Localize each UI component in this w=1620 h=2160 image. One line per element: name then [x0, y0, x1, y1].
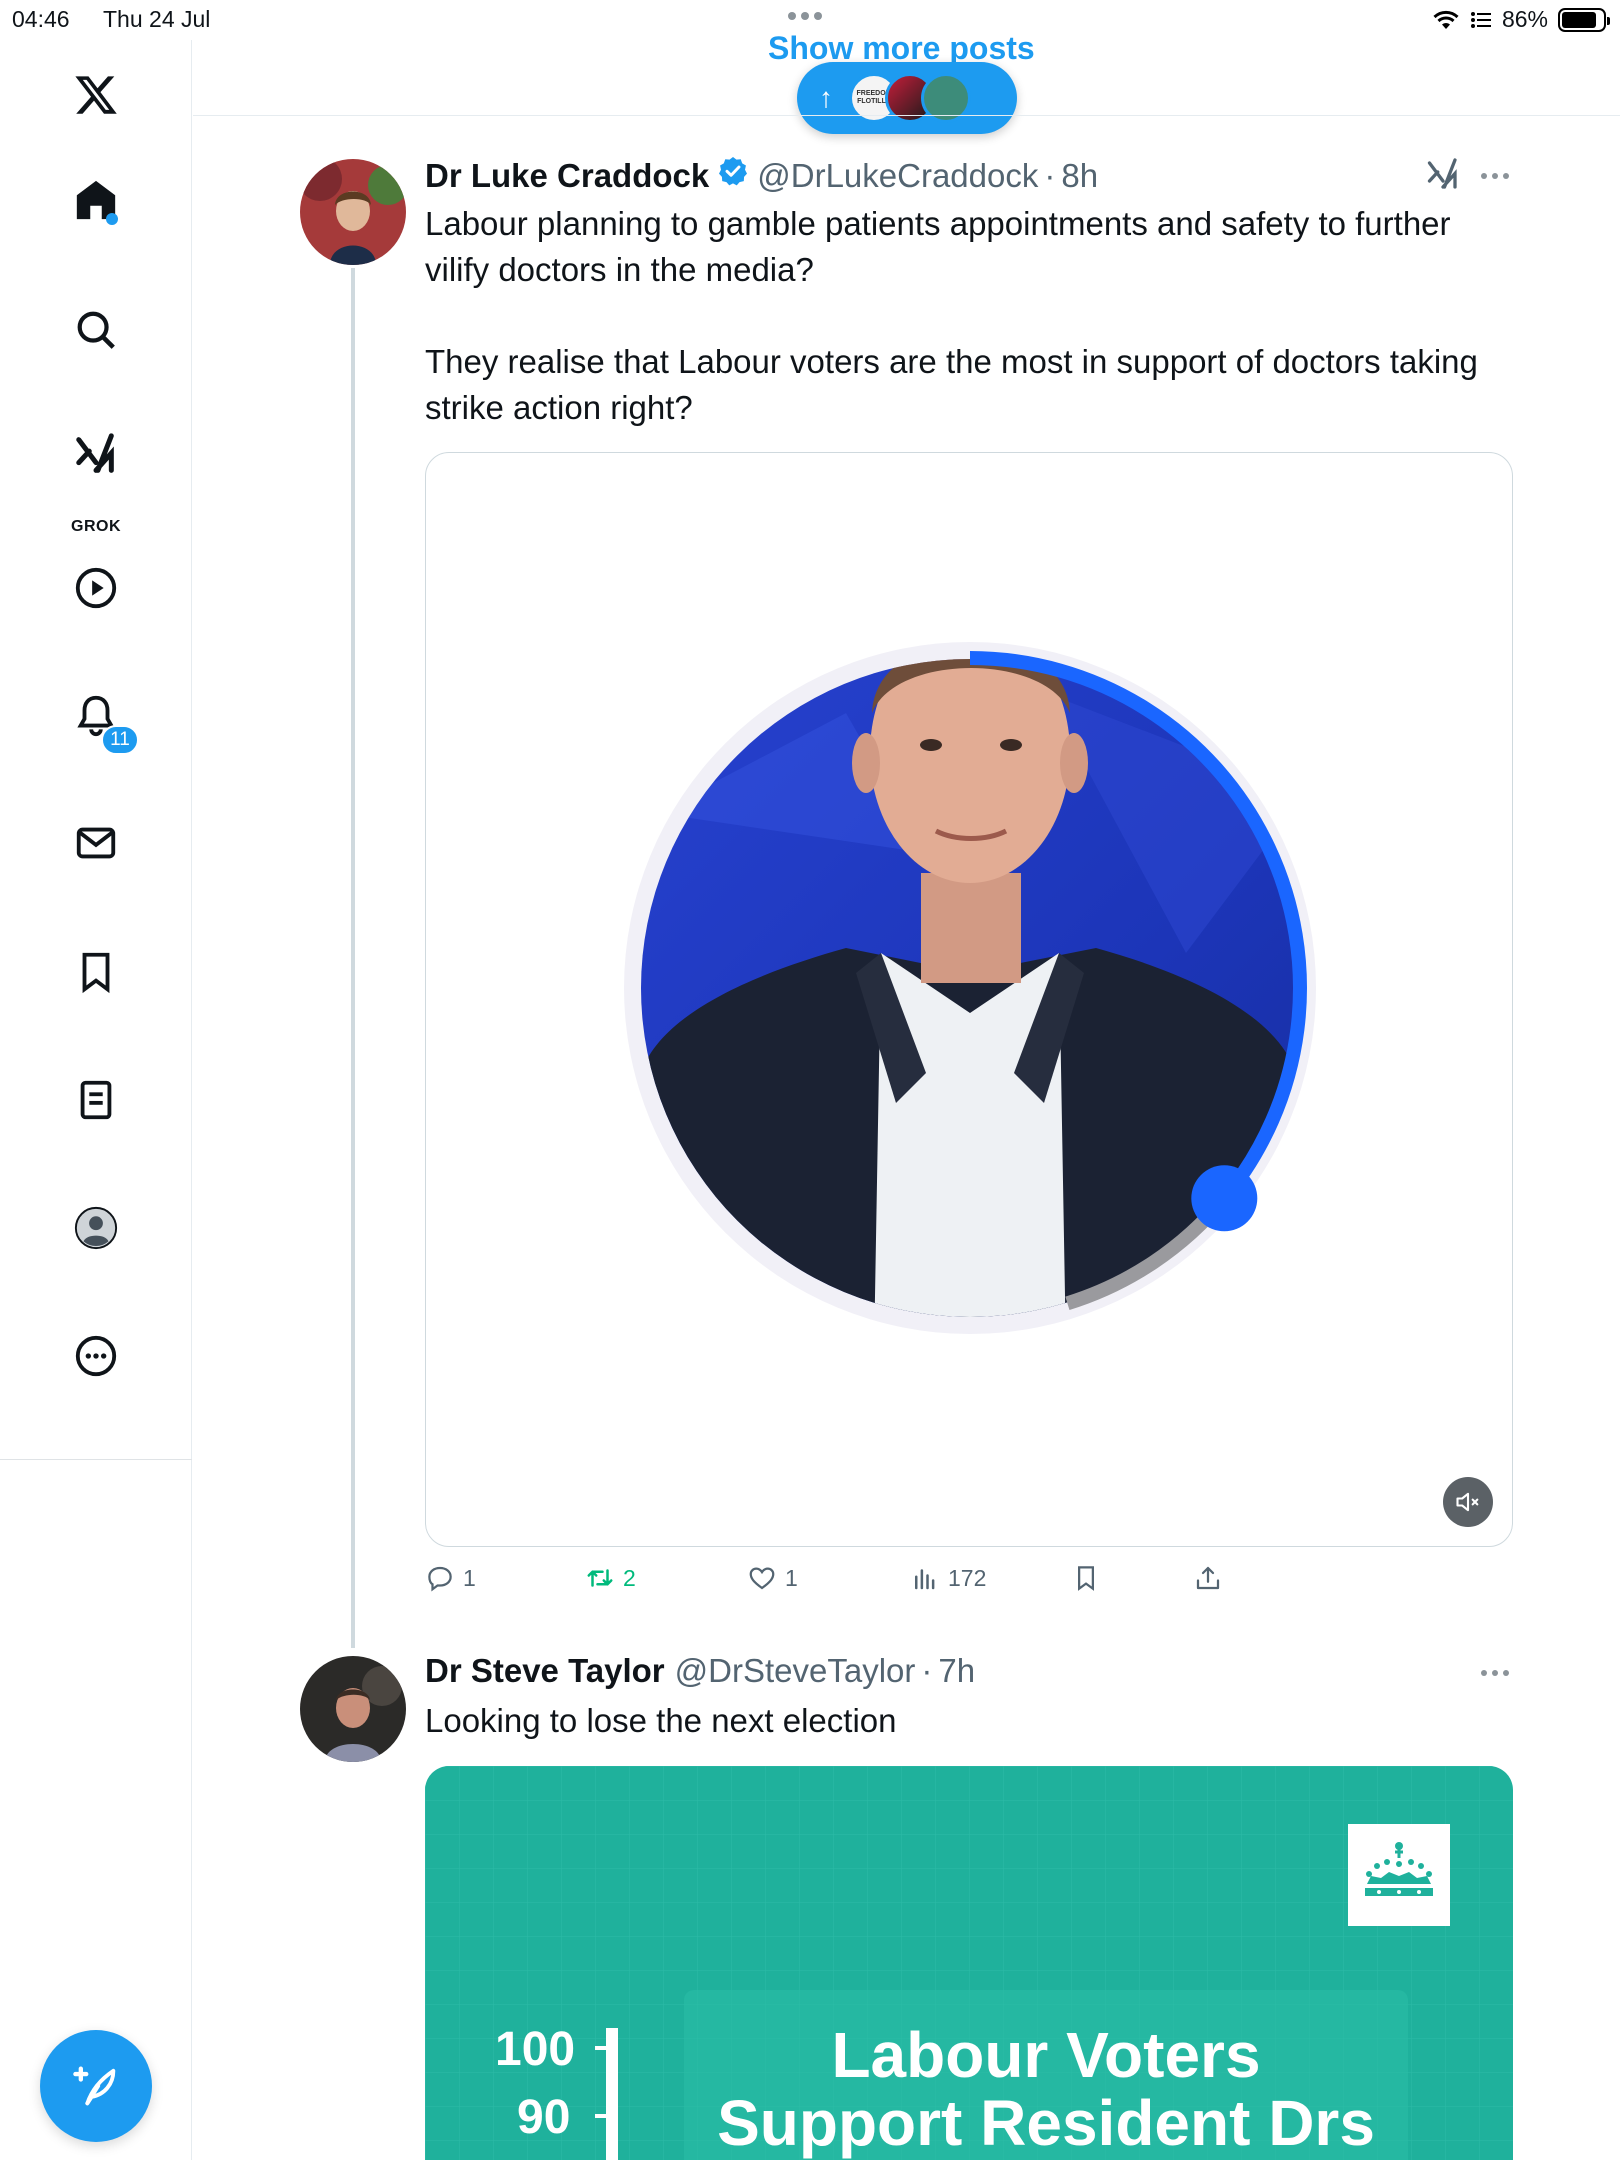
- tweet-more-icon[interactable]: [1481, 173, 1509, 179]
- verified-badge-icon: [719, 157, 748, 186]
- reply-count: 1: [463, 1564, 476, 1591]
- multitasking-dots[interactable]: [788, 12, 822, 20]
- chart-heading-line1: Labour Voters: [831, 2019, 1261, 2091]
- author-handle[interactable]: @DrLukeCraddock: [757, 157, 1038, 195]
- author-name[interactable]: Dr Luke Craddock: [425, 157, 709, 195]
- sidebar: GROK 11: [0, 40, 192, 2160]
- separator: ·: [921, 1652, 933, 1689]
- like-count: 1: [785, 1564, 798, 1591]
- video-frame: [624, 642, 1316, 1334]
- video-player[interactable]: [425, 452, 1513, 1547]
- bookmark-outline-icon: [1078, 1566, 1094, 1591]
- tweet-actions: 1 2 1 172: [425, 1563, 1515, 1607]
- lists-icon[interactable]: [66, 1070, 126, 1130]
- bookmark-button[interactable]: [1071, 1563, 1101, 1593]
- home-unread-dot: [106, 213, 118, 225]
- tweet-time[interactable]: 8h: [1061, 157, 1098, 195]
- focus-list-icon: [1470, 11, 1491, 28]
- more-circle-icon[interactable]: [66, 1326, 126, 1386]
- timeline-top-divider: [193, 115, 1620, 116]
- grok-explain-icon[interactable]: [1425, 157, 1461, 193]
- views-button[interactable]: 172: [910, 1563, 986, 1593]
- tweet-more-icon[interactable]: [1481, 1670, 1509, 1676]
- author-name[interactable]: Dr Steve Taylor: [425, 1652, 665, 1690]
- notification-badge: 11: [101, 725, 139, 755]
- reply-icon: [428, 1566, 452, 1592]
- status-time: 04:46: [12, 6, 70, 32]
- tweet-image[interactable]: 100 90 Labour Voters Support Resident Dr…: [425, 1766, 1513, 2160]
- avatar[interactable]: [300, 159, 406, 265]
- battery-percent: 86%: [1501, 6, 1548, 32]
- heart-icon: [749, 1567, 775, 1590]
- tweet-header: Dr Luke Craddock @DrLukeCraddock · 8h: [425, 155, 1098, 195]
- x-logo-icon[interactable]: [66, 65, 126, 125]
- chart-tick-90: 90: [517, 2091, 571, 2144]
- sidebar-divider: [0, 1459, 192, 1460]
- views-count: 172: [948, 1564, 987, 1591]
- tweet-text: Looking to lose the next election: [425, 1702, 897, 1739]
- share-icon: [1196, 1566, 1220, 1590]
- battery-icon: [1558, 7, 1610, 32]
- share-button[interactable]: [1193, 1563, 1223, 1593]
- tweet-text: Labour planning to gamble patients appoi…: [425, 205, 1478, 426]
- separator: ·: [1044, 157, 1056, 194]
- battery-level: [1562, 11, 1597, 28]
- tweet-header: Dr Steve Taylor @DrSteveTaylor · 7h: [425, 1652, 975, 1690]
- speaker-muted-icon: [1456, 1492, 1479, 1512]
- compose-feather-icon: [73, 2066, 116, 2106]
- grok-icon[interactable]: [66, 425, 126, 485]
- reply-button[interactable]: 1: [425, 1563, 476, 1593]
- author-handle[interactable]: @DrSteveTaylor: [675, 1652, 916, 1690]
- tweet-time[interactable]: 7h: [938, 1652, 975, 1690]
- arrow-up-icon: ↑: [819, 82, 833, 113]
- repost-count: 2: [623, 1564, 636, 1591]
- status-date: Thu 24 Jul: [103, 6, 211, 32]
- mute-button[interactable]: [1443, 1477, 1493, 1527]
- repost-icon: [587, 1569, 613, 1587]
- video-play-icon[interactable]: [66, 558, 126, 618]
- show-more-posts-button[interactable]: ↑ FREEDOM FLOTILLA: [797, 62, 1017, 134]
- profile-icon[interactable]: [66, 1198, 126, 1258]
- views-chart-icon: [915, 1569, 935, 1590]
- like-button[interactable]: 1: [747, 1563, 798, 1593]
- avatar[interactable]: [300, 1656, 406, 1762]
- mail-icon[interactable]: [66, 813, 126, 873]
- compose-button[interactable]: [40, 2030, 152, 2142]
- repost-button[interactable]: 2: [585, 1563, 636, 1593]
- search-icon[interactable]: [66, 300, 126, 360]
- grok-label: GROK: [71, 518, 121, 535]
- thread-connector: [351, 268, 355, 1648]
- status-right: 86%: [1432, 6, 1610, 33]
- chart-heading-line2: Support Resident Drs: [717, 2087, 1375, 2159]
- wifi-icon: [1433, 10, 1459, 29]
- bookmark-icon[interactable]: [66, 942, 126, 1002]
- chart-tick-100: 100: [495, 2023, 576, 2076]
